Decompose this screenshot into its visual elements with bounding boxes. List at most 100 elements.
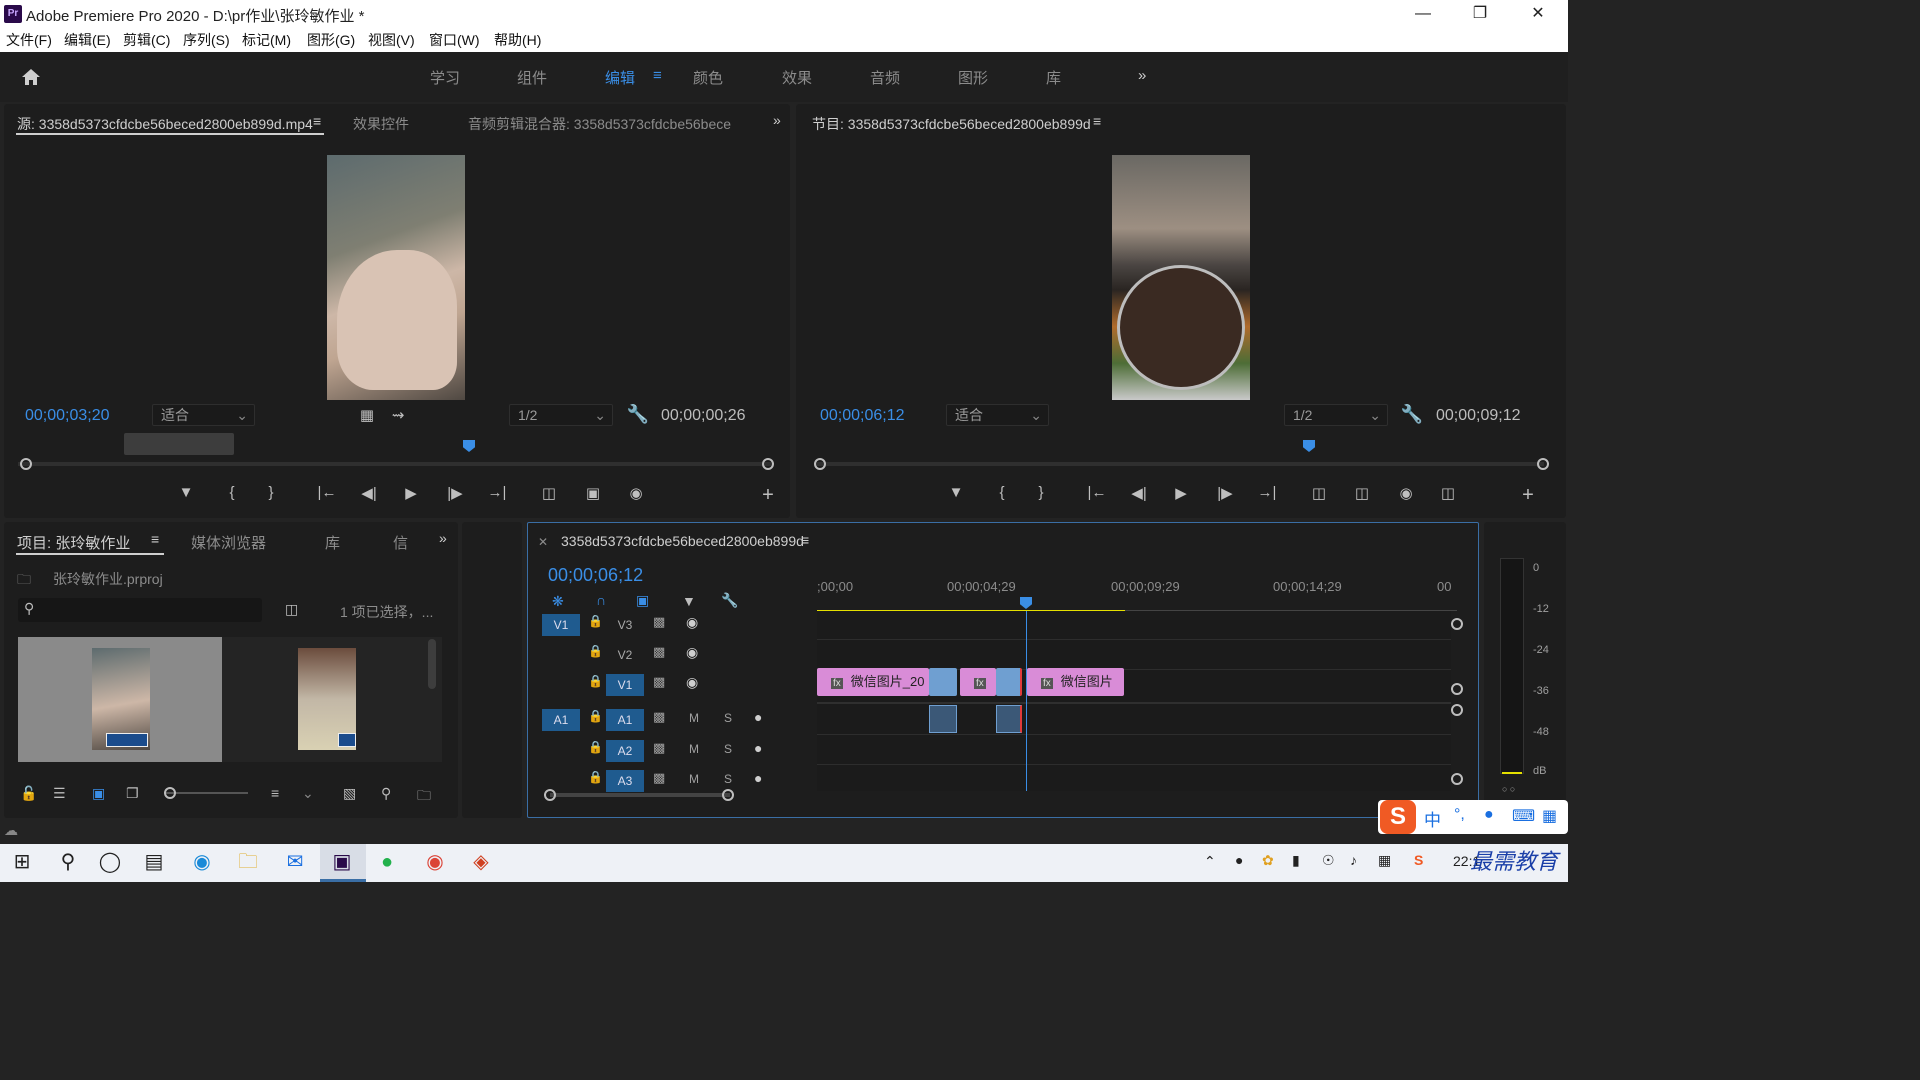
sync-lock-icon[interactable]: ▩	[653, 614, 665, 630]
home-icon[interactable]	[20, 66, 42, 88]
tab-source[interactable]: 源: 3358d5373cfdcbe56beced2800eb899d.mp4	[17, 114, 313, 134]
edge-icon[interactable]: ◉	[186, 846, 218, 878]
tab-info[interactable]: 信	[393, 532, 408, 553]
freeform-view-icon[interactable]: ❐	[126, 785, 139, 802]
go-to-in-icon[interactable]: |←	[315, 484, 339, 501]
tab-libraries[interactable]: 库	[325, 532, 340, 553]
menu-clip[interactable]: 剪辑(C)	[123, 30, 170, 50]
menu-sequence[interactable]: 序列(S)	[183, 30, 230, 50]
tab-project[interactable]: 项目: 张玲敏作业	[17, 532, 130, 553]
search-icon[interactable]: ⚲	[52, 846, 84, 878]
premiere-icon[interactable]: ▣	[326, 846, 358, 878]
tab-audio-clip-mixer[interactable]: 音频剪辑混合器: 3358d5373cfdcbe56bece	[468, 114, 743, 134]
step-back-icon[interactable]: ◀|	[1127, 484, 1151, 502]
add-button-icon[interactable]: +	[756, 484, 780, 507]
video-clip-1[interactable]: fx 微信图片_20	[817, 668, 929, 696]
camera-icon[interactable]: ◉	[624, 484, 648, 502]
media-item-image[interactable]	[226, 637, 426, 762]
microphone-icon[interactable]: ●	[754, 740, 762, 756]
mute-button[interactable]: M	[689, 742, 699, 756]
automate-to-sequence-icon[interactable]: ▧	[343, 785, 356, 802]
source-in-out-range[interactable]	[124, 433, 234, 455]
solo-dots-icon[interactable]: ○ ○	[1502, 784, 1515, 794]
lift-icon[interactable]: ◫	[1307, 484, 1331, 502]
mark-in-icon[interactable]: {	[220, 484, 244, 501]
marker-icon[interactable]: ▼	[944, 484, 968, 501]
timeline-timecode[interactable]: 00;00;06;12	[548, 565, 643, 586]
paint-icon[interactable]: ◈	[465, 846, 497, 878]
eye-icon[interactable]: ◉	[686, 644, 698, 661]
tab-project-menu-icon[interactable]: ≡	[151, 531, 159, 547]
menu-help[interactable]: 帮助(H)	[494, 30, 541, 50]
program-timecode[interactable]: 00;00;06;12	[820, 407, 905, 425]
video-clip-3[interactable]: fx 微信图片	[1027, 668, 1124, 696]
lock-icon[interactable]: 🔒	[588, 674, 603, 688]
eye-icon[interactable]: ◉	[686, 674, 698, 691]
tray-chevron-up-icon[interactable]: ⌃	[1204, 853, 1216, 870]
audio-clip-2[interactable]	[996, 705, 1022, 733]
comparison-view-icon[interactable]: ◫	[1436, 484, 1460, 502]
workspace-effects[interactable]: 效果	[782, 67, 812, 88]
audio-clip-1[interactable]	[929, 705, 957, 733]
track-name-v2[interactable]: V2	[606, 644, 644, 666]
video-clip-transition-2[interactable]	[996, 668, 1022, 696]
drag-audio-icon[interactable]: ⇝	[386, 406, 410, 424]
workspace-editing[interactable]: 编辑	[605, 67, 635, 88]
mute-button[interactable]: M	[689, 711, 699, 725]
sync-lock-icon[interactable]: ▩	[653, 709, 665, 725]
lock-icon[interactable]: 🔒	[588, 770, 603, 784]
mark-in-icon[interactable]: {	[990, 484, 1014, 501]
source-playhead[interactable]	[463, 440, 475, 452]
tab-media-browser[interactable]: 媒体浏览器	[191, 532, 266, 553]
grid-icon[interactable]: ▦	[1542, 806, 1557, 826]
restore-button[interactable]: ❐	[1460, 2, 1500, 26]
workspace-libraries[interactable]: 库	[1046, 67, 1061, 88]
chrome-icon[interactable]: ◉	[419, 846, 451, 878]
go-to-out-icon[interactable]: →|	[485, 484, 509, 501]
marker-icon[interactable]: ▼	[174, 484, 198, 501]
sync-lock-icon[interactable]: ▩	[653, 644, 665, 660]
add-button-icon[interactable]: +	[1516, 484, 1540, 507]
close-tab-icon[interactable]: ✕	[538, 535, 548, 549]
source-zoom-start-handle[interactable]	[20, 458, 32, 470]
timeline-settings-icon[interactable]: 🔧	[721, 592, 738, 609]
video-scroll-handle[interactable]	[1451, 618, 1463, 630]
keyboard-icon[interactable]: ⌨	[1512, 806, 1535, 826]
step-forward-icon[interactable]: |▶	[443, 484, 467, 502]
chevron-down-icon[interactable]: ⌄	[302, 785, 314, 802]
camera-icon[interactable]: ◉	[1394, 484, 1418, 502]
lock-icon[interactable]: 🔒	[588, 644, 603, 658]
insert-icon[interactable]: ◫	[537, 484, 561, 502]
menu-view[interactable]: 视图(V)	[368, 30, 415, 50]
windows-start-icon[interactable]: ⊞	[6, 846, 38, 878]
mark-out-icon[interactable]: }	[1029, 484, 1053, 501]
workspace-color[interactable]: 颜色	[693, 67, 723, 88]
menu-edit[interactable]: 编辑(E)	[64, 30, 111, 50]
tray-app-icon[interactable]: ✿	[1262, 852, 1274, 869]
film-icon[interactable]: ▦	[355, 406, 379, 424]
lock-icon[interactable]: 🔒	[588, 709, 603, 723]
tab-sequence-menu-icon[interactable]: ≡	[801, 532, 809, 548]
menu-marker[interactable]: 标记(M)	[242, 30, 291, 50]
timeline-zoom-bar[interactable]	[550, 793, 730, 797]
add-marker-icon[interactable]: ▼	[682, 593, 696, 609]
workspace-menu-icon[interactable]: ≡	[653, 67, 662, 84]
eye-icon[interactable]: ◉	[686, 614, 698, 631]
microphone-icon[interactable]: ●	[1484, 806, 1494, 824]
project-scrollbar[interactable]	[428, 639, 436, 689]
find-icon[interactable]: ⚲	[381, 785, 391, 802]
panel-overflow-icon[interactable]: »	[439, 530, 447, 546]
video-clip-transition-1[interactable]	[929, 668, 957, 696]
tab-program-menu-icon[interactable]: ≡	[1093, 113, 1101, 129]
track-name-a1[interactable]: A1	[606, 709, 644, 731]
solo-button[interactable]: S	[724, 772, 732, 786]
wrench-icon[interactable]: 🔧	[626, 404, 650, 425]
workspace-graphics[interactable]: 图形	[958, 67, 988, 88]
source-timecode[interactable]: 00;00;03;20	[25, 407, 110, 425]
menu-window[interactable]: 窗口(W)	[429, 30, 480, 50]
track-name-a2[interactable]: A2	[606, 740, 644, 762]
step-back-icon[interactable]: ◀|	[357, 484, 381, 502]
source-patch-v1[interactable]: V1	[542, 614, 580, 636]
menu-file[interactable]: 文件(F)	[6, 30, 52, 50]
track-name-v3[interactable]: V3	[606, 614, 644, 636]
